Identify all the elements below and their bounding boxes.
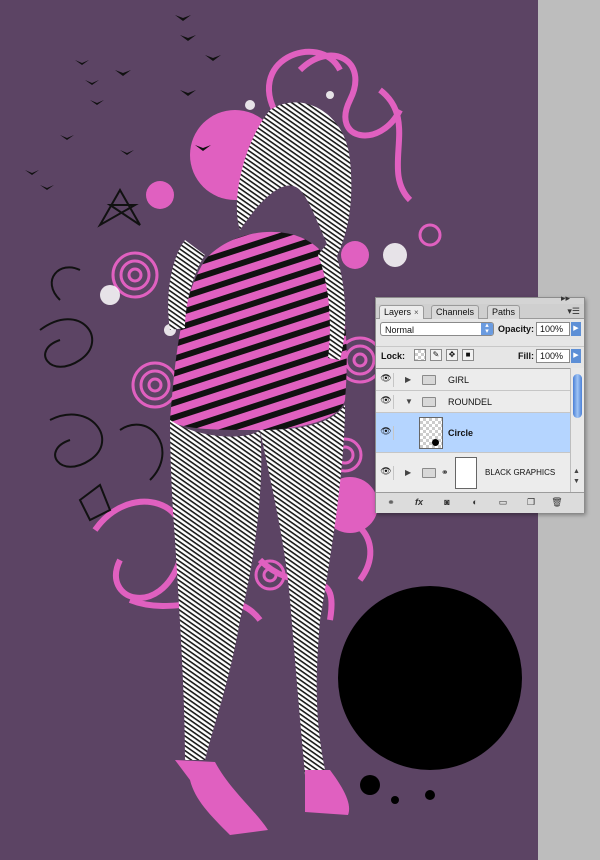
collapse-icon[interactable]: ▸▸ xyxy=(561,293,570,304)
layer-name: Circle xyxy=(448,428,474,438)
add-mask-icon[interactable]: ◙ xyxy=(440,496,454,509)
folder-icon xyxy=(422,375,436,385)
eye-icon[interactable]: 👁 xyxy=(379,395,394,409)
layers-panel: ▸▸ Layers × Channels Paths ▾☰ Normal ▴ ▾ O… xyxy=(375,293,585,513)
tab-label: Layers xyxy=(384,307,412,317)
blend-row: Normal ▴ ▾ Opacity: 100% ▶ xyxy=(376,320,584,338)
expand-triangle-icon[interactable]: ▶ xyxy=(405,375,411,384)
blend-mode-select[interactable]: Normal ▴ ▾ xyxy=(380,322,494,336)
circle-thumbnail-mark xyxy=(432,439,439,446)
tab-layers[interactable]: Layers × xyxy=(379,305,424,319)
mask-thumbnail xyxy=(455,457,477,489)
layer-list: 👁 ▶ GIRL 👁 ▼ ROUNDEL 👁 Circle 👁 ▶ ⚭ BLAC… xyxy=(376,368,570,493)
fill-slider-icon[interactable]: ▶ xyxy=(571,349,581,363)
layer-name: ROUNDEL xyxy=(448,397,493,407)
lock-position-icon[interactable]: ✥ xyxy=(446,349,458,361)
scroll-thumb[interactable] xyxy=(573,374,582,418)
collapse-triangle-icon[interactable]: ▼ xyxy=(405,397,413,406)
tab-paths[interactable]: Paths xyxy=(487,305,521,319)
panel-bottom-bar: ⚭ fx ◙ ◐ ▭ ❐ 🗑 xyxy=(376,492,584,513)
fill-value: 100% xyxy=(540,351,564,361)
fill-label: Fill: xyxy=(518,351,534,361)
fx-icon[interactable]: fx xyxy=(412,496,426,509)
eye-icon[interactable]: 👁 xyxy=(379,426,394,440)
panel-tabs: Layers × Channels Paths ▾☰ xyxy=(376,304,584,319)
expand-triangle-icon[interactable]: ▶ xyxy=(405,468,411,477)
layer-name: BLACK GRAPHICS xyxy=(485,468,556,477)
new-layer-icon[interactable]: ❐ xyxy=(524,496,538,509)
link-icon[interactable]: ⚭ xyxy=(441,467,449,478)
layer-row-roundel[interactable]: 👁 ▼ ROUNDEL xyxy=(376,391,570,413)
lock-all-icon[interactable]: ■ xyxy=(462,349,474,361)
adjustment-layer-icon[interactable]: ◐ xyxy=(468,496,482,509)
close-icon[interactable]: × xyxy=(414,308,419,317)
tab-channels[interactable]: Channels xyxy=(431,305,480,319)
opacity-field[interactable]: 100% xyxy=(536,322,570,336)
layer-row-circle[interactable]: 👁 Circle xyxy=(376,413,570,453)
folder-icon xyxy=(422,397,436,407)
lock-image-icon[interactable]: ✎ xyxy=(430,349,442,361)
trash-icon[interactable]: 🗑 xyxy=(550,496,564,509)
blend-mode-value: Normal xyxy=(385,325,415,335)
folder-icon xyxy=(422,468,436,478)
panel-menu-icon[interactable]: ▾☰ xyxy=(567,306,580,317)
scroll-down-icon[interactable]: ▼ xyxy=(573,478,580,485)
fill-field[interactable]: 100% xyxy=(536,349,570,363)
layer-row-black-graphics[interactable]: 👁 ▶ ⚭ BLACK GRAPHICS xyxy=(376,453,570,493)
lock-transparency-icon[interactable] xyxy=(414,349,426,361)
layer-name: GIRL xyxy=(448,375,470,385)
layer-scrollbar[interactable]: ▲ ▼ xyxy=(570,368,584,492)
select-arrows-icon: ▴ ▾ xyxy=(481,322,493,335)
opacity-value: 100% xyxy=(540,324,564,334)
layer-thumbnail xyxy=(419,417,443,449)
opacity-label: Opacity: xyxy=(498,324,535,334)
tab-label: Paths xyxy=(492,307,516,317)
tab-label: Channels xyxy=(436,307,475,317)
lock-row: Lock: ✎ ✥ ■ Fill: 100% ▶ xyxy=(376,346,584,365)
lock-label: Lock: xyxy=(381,351,406,361)
link-layers-icon[interactable]: ⚭ xyxy=(384,496,398,509)
new-group-icon[interactable]: ▭ xyxy=(496,496,510,509)
eye-icon[interactable]: 👁 xyxy=(379,466,394,480)
layer-row-girl[interactable]: 👁 ▶ GIRL xyxy=(376,369,570,391)
scroll-up-icon[interactable]: ▲ xyxy=(573,468,580,475)
opacity-slider-icon[interactable]: ▶ xyxy=(571,322,581,336)
eye-icon[interactable]: 👁 xyxy=(379,373,394,387)
